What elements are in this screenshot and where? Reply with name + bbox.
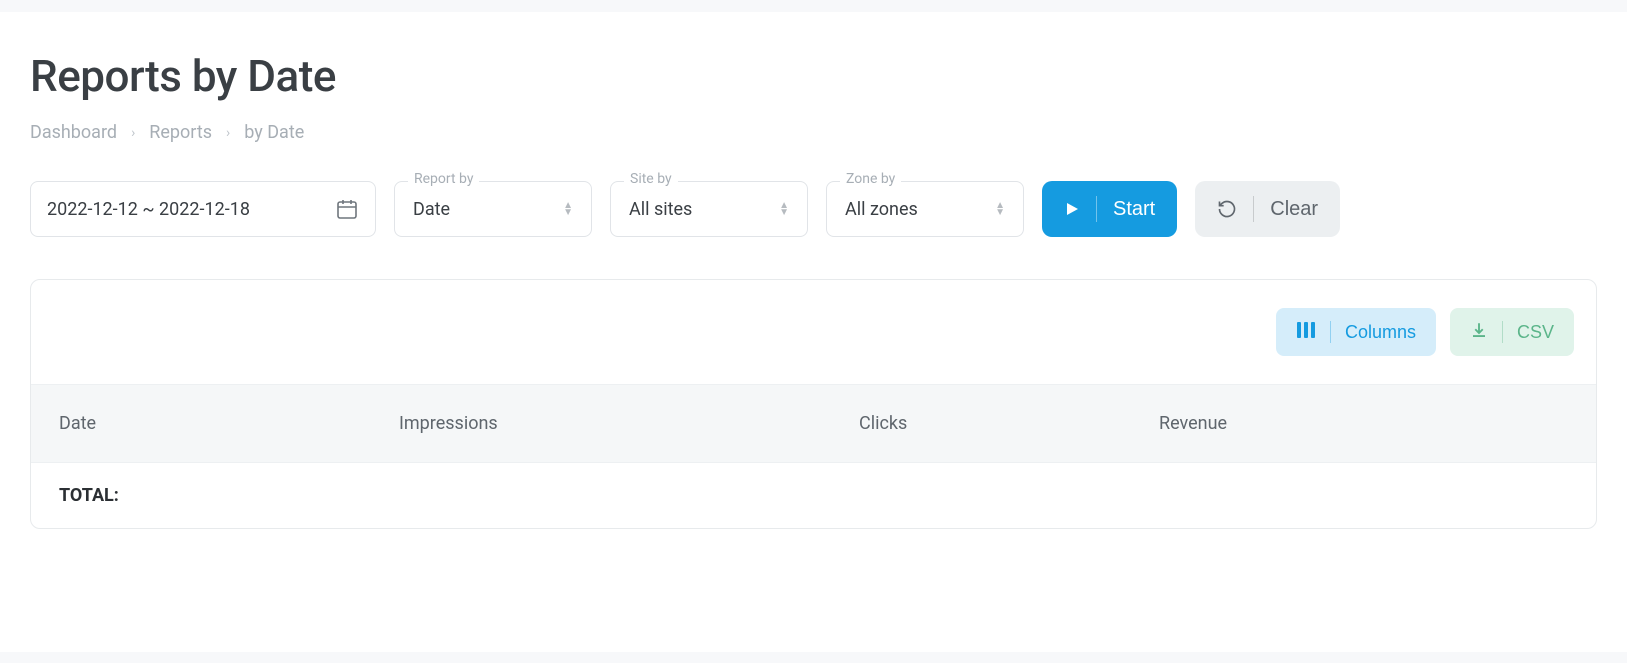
calendar-icon xyxy=(335,197,359,221)
button-divider xyxy=(1502,321,1503,343)
site-by-label: Site by xyxy=(624,171,678,187)
zone-by-select[interactable]: Zone by All zones ▲▼ xyxy=(826,181,1024,237)
columns-button[interactable]: Columns xyxy=(1276,308,1436,356)
page-title: Reports by Date xyxy=(30,50,1597,102)
table-total-row: TOTAL: xyxy=(31,463,1596,528)
breadcrumb: Dashboard › Reports › by Date xyxy=(30,122,1597,143)
start-button-label: Start xyxy=(1113,198,1155,221)
breadcrumb-reports[interactable]: Reports xyxy=(149,122,212,143)
csv-button-label: CSV xyxy=(1517,322,1554,343)
chevron-right-icon: › xyxy=(226,125,230,141)
column-header-revenue[interactable]: Revenue xyxy=(1159,413,1568,434)
panel-toolbar: Columns CSV xyxy=(31,280,1596,385)
stepper-icon: ▲▼ xyxy=(779,202,789,216)
date-range-value: 2022-12-12 ~ 2022-12-18 xyxy=(47,199,335,220)
date-range-picker[interactable]: 2022-12-12 ~ 2022-12-18 xyxy=(30,181,376,237)
column-header-clicks[interactable]: Clicks xyxy=(859,413,1159,434)
clear-button[interactable]: Clear xyxy=(1195,181,1340,237)
button-divider xyxy=(1330,321,1331,343)
total-label: TOTAL: xyxy=(59,485,119,506)
breadcrumb-dashboard[interactable]: Dashboard xyxy=(30,122,117,143)
start-button[interactable]: Start xyxy=(1042,181,1177,237)
report-by-value: Date xyxy=(413,199,563,220)
filter-row: 2022-12-12 ~ 2022-12-18 Report by Date ▲… xyxy=(30,181,1597,237)
refresh-icon xyxy=(1217,199,1237,219)
button-divider xyxy=(1096,196,1097,222)
download-icon xyxy=(1470,321,1488,344)
column-header-impressions[interactable]: Impressions xyxy=(399,413,859,434)
report-by-select[interactable]: Report by Date ▲▼ xyxy=(394,181,592,237)
zone-by-label: Zone by xyxy=(840,171,901,187)
column-header-date[interactable]: Date xyxy=(59,413,399,434)
stepper-icon: ▲▼ xyxy=(995,202,1005,216)
stepper-icon: ▲▼ xyxy=(563,202,573,216)
chevron-right-icon: › xyxy=(131,125,135,141)
report-by-label: Report by xyxy=(408,171,479,187)
play-icon xyxy=(1064,201,1080,217)
site-by-value: All sites xyxy=(629,199,779,220)
button-divider xyxy=(1253,196,1254,222)
results-panel: Columns CSV Date Impressions Clicks Reve… xyxy=(30,279,1597,529)
csv-button[interactable]: CSV xyxy=(1450,308,1574,356)
columns-button-label: Columns xyxy=(1345,322,1416,343)
clear-button-label: Clear xyxy=(1270,198,1318,221)
columns-icon xyxy=(1296,321,1316,344)
table-header: Date Impressions Clicks Revenue xyxy=(31,385,1596,463)
site-by-select[interactable]: Site by All sites ▲▼ xyxy=(610,181,808,237)
breadcrumb-by-date[interactable]: by Date xyxy=(244,122,304,143)
zone-by-value: All zones xyxy=(845,199,995,220)
